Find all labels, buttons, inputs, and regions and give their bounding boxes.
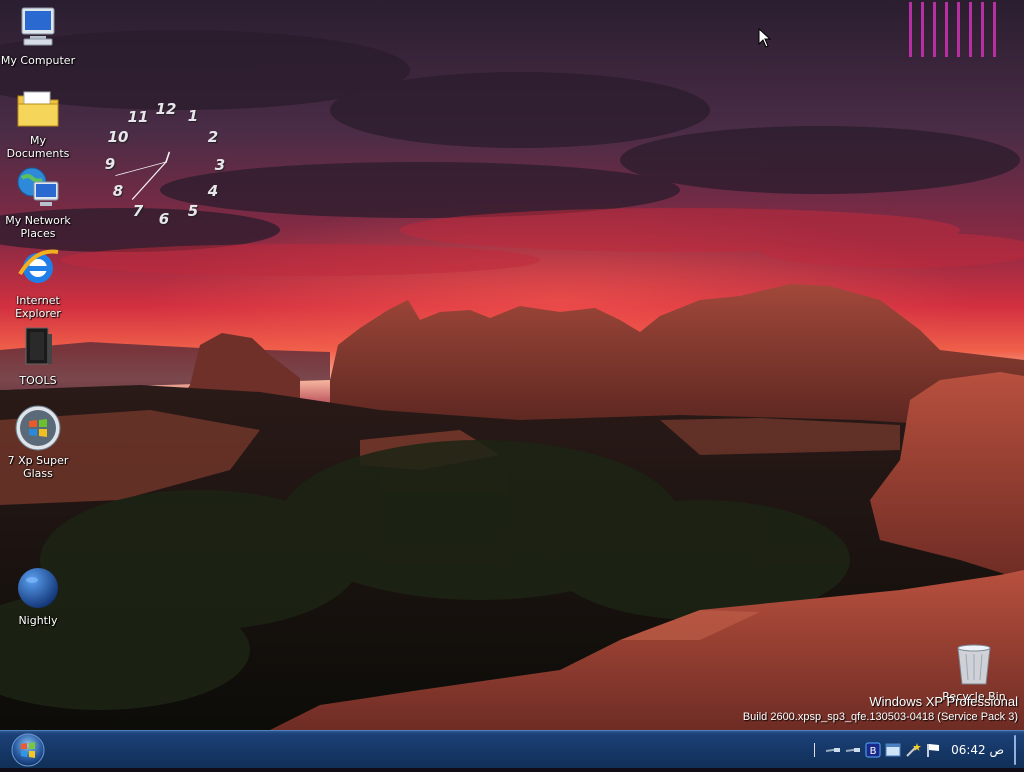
os-build-text: Build 2600.xpsp_sp3_qfe.130503-0418 (Ser… <box>742 711 1018 723</box>
desktop-icon-my-documents[interactable]: My Documents <box>0 82 76 160</box>
desktop-icon-label: Internet Explorer <box>15 294 61 320</box>
svg-text:B: B <box>870 746 877 757</box>
desktop-icon-label: Nightly <box>18 614 58 627</box>
windows-start-orb-icon <box>11 733 45 767</box>
flag-icon[interactable] <box>925 742 941 758</box>
desktop-icon-network-places[interactable]: My Network Places <box>0 162 76 240</box>
tools-folder-icon <box>14 324 62 372</box>
network-places-icon <box>14 164 62 212</box>
taskbar: B 06:42 ص <box>0 730 1024 768</box>
mouse-cursor-icon <box>758 28 772 48</box>
window-icon[interactable] <box>885 742 901 758</box>
network-icon[interactable] <box>825 742 841 758</box>
desktop-icon-label: My Documents <box>6 134 70 160</box>
recycle-bin-icon <box>957 644 991 685</box>
desktop-icon-label: My Computer <box>0 54 76 67</box>
start-button[interactable] <box>8 732 50 768</box>
gadget-bars <box>907 0 1007 60</box>
desktop-icon-label: My Network Places <box>5 214 71 240</box>
network-icon-2[interactable] <box>845 742 861 758</box>
bluetooth-icon[interactable]: B <box>865 742 881 758</box>
desktop-icon-7xp-super-glass[interactable]: 7 Xp Super Glass <box>0 402 76 480</box>
taskbar-clock[interactable]: 06:42 ص <box>951 743 1004 757</box>
desktop-icon-my-computer[interactable]: My Computer <box>0 2 76 67</box>
desktop-icon-label: TOOLS <box>19 374 57 387</box>
show-desktop-button[interactable] <box>1014 734 1016 765</box>
internet-explorer-icon <box>14 244 62 292</box>
os-edition-text: Windows XP Professional <box>869 694 1018 709</box>
tray-separator <box>814 742 816 757</box>
desktop-icon-tools[interactable]: TOOLS <box>0 322 76 387</box>
system-tray: B 06:42 ص <box>814 731 1024 768</box>
my-computer-icon <box>14 4 62 52</box>
analog-clock-widget[interactable]: 12 1 2 3 4 5 6 7 8 9 10 11 <box>96 95 236 235</box>
desktop-icon-label: 7 Xp Super Glass <box>7 454 69 480</box>
desktop-icon-internet-explorer[interactable]: Internet Explorer <box>0 242 76 320</box>
windows-orb-icon <box>14 404 62 452</box>
os-version-watermark: Windows XP Professional Build 2600.xpsp_… <box>743 694 1018 724</box>
my-documents-icon <box>14 84 62 132</box>
clock-hands <box>115 151 170 200</box>
nightly-globe-icon <box>14 564 62 612</box>
wand-icon[interactable] <box>905 742 922 758</box>
desktop-icon-nightly[interactable]: Nightly <box>0 562 76 627</box>
